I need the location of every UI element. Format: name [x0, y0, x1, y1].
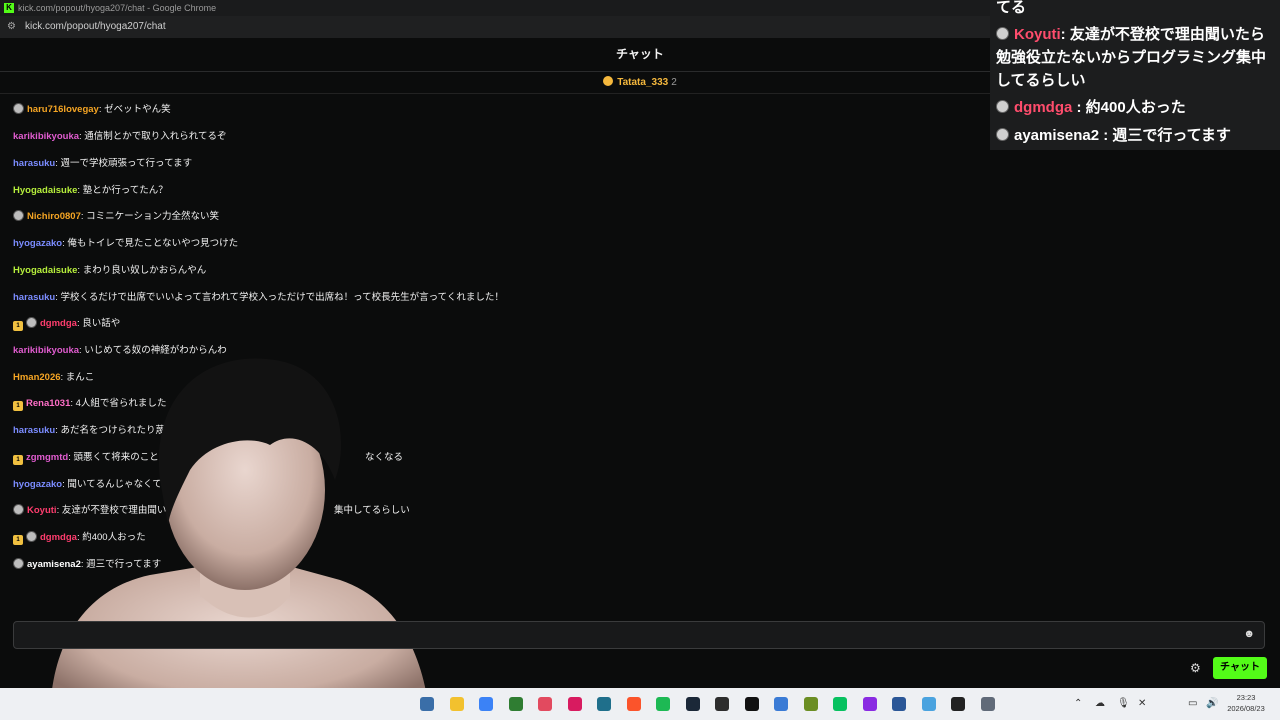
avatar — [13, 210, 24, 221]
overlay-text: : 友達が不登校で理由聞いたら — [1060, 26, 1265, 43]
chat-message: harasuku: 週一で学校頑張って行ってます — [13, 157, 192, 171]
chat-text: : 塾とか行ってたん？ — [77, 185, 168, 196]
chat-message: Hyogadaisuke: まわり良い奴しかおらんやん — [13, 264, 206, 278]
taskbar-app-icon[interactable] — [774, 697, 788, 711]
overlay-text: てる — [996, 0, 1027, 16]
taskbar-app-icon[interactable] — [508, 697, 523, 711]
chat-username[interactable]: Hyogadaisuke — [13, 265, 77, 276]
avatar — [26, 531, 37, 542]
avatar — [13, 103, 24, 114]
taskbar-app-icon[interactable] — [538, 697, 552, 711]
avatar — [996, 100, 1009, 113]
chat-text: : 良い話や — [76, 318, 121, 329]
emoji-icon[interactable]: ☻ — [1243, 628, 1255, 640]
top-gifter-count: 2 — [671, 77, 677, 88]
avatar — [996, 128, 1009, 141]
taskbar-app-icon[interactable] — [744, 697, 759, 711]
avatar — [13, 504, 24, 515]
url-text[interactable]: kick.com/popout/hyoga207/chat — [25, 16, 166, 38]
overlay-text: 勉強役立たないからプログラミング集中 — [996, 49, 1267, 66]
avatar — [996, 27, 1009, 40]
subscriber-badge-icon: 1 — [13, 321, 23, 331]
taskbar-app-icon[interactable] — [862, 697, 877, 711]
kick-logo-icon: K — [4, 3, 14, 13]
taskbar-app-icon[interactable] — [597, 697, 611, 711]
chat-message: 1 dgmdga: 良い話や — [13, 317, 120, 331]
chat-input[interactable]: ☻ — [13, 621, 1265, 649]
close-icon[interactable]: ✕ — [1138, 688, 1146, 720]
taskbar-app-icon[interactable] — [803, 697, 818, 711]
taskbar-app-icon[interactable] — [951, 697, 965, 711]
taskbar-app-icon[interactable] — [980, 697, 995, 711]
chat-username[interactable]: Nichiro0807 — [27, 211, 81, 222]
chat-username[interactable]: dgmdga — [40, 318, 77, 329]
chat-message: haru716lovegay: ゼベットやん笑 — [13, 103, 171, 117]
subscriber-badge-icon: 1 — [13, 401, 23, 411]
taskbar-app-icon[interactable] — [420, 697, 434, 711]
gift-coin-icon — [603, 76, 614, 86]
taskbar-app-icon[interactable] — [892, 697, 906, 711]
cloud-icon[interactable]: ☁ — [1095, 688, 1105, 720]
taskbar-clock[interactable]: 23:23 2026/08/23 — [1222, 692, 1270, 714]
taskbar-app-icon[interactable] — [479, 697, 493, 711]
overlay-text: してるらしい — [996, 72, 1086, 89]
chat-message: karikibikyouka: 通信制とかで取り入れられてるぞ — [13, 130, 227, 144]
chat-username[interactable]: haru716lovegay — [27, 104, 99, 115]
taskbar-app-icon[interactable] — [449, 697, 464, 711]
taskbar: ⌃ ☁ 🎙 ✕ ▭ 🔊 23:23 2026/08/23 — [0, 688, 1280, 720]
overlay-text: : 約400人おった — [1072, 99, 1186, 116]
taskbar-app-icon[interactable] — [626, 697, 641, 711]
chat-text: : 学校くるだけで出席でいいよって言われて学校入っただけで出席ね！って校長先生が… — [55, 292, 504, 303]
chat-username[interactable]: hyogazako — [13, 238, 62, 249]
site-settings-icon[interactable]: ⚙ — [7, 16, 16, 38]
overlay-line: 勉強役立たないからプログラミング集中 — [996, 48, 1266, 68]
taskbar-app-icon[interactable] — [685, 697, 700, 711]
avatar — [26, 317, 37, 328]
taskbar-app-icon[interactable] — [715, 697, 729, 711]
overlay-username: Koyuti — [1014, 26, 1061, 43]
webcam-overlay — [50, 358, 430, 720]
overlay-line: してるらしい — [996, 71, 1086, 91]
overlay-message: Koyuti: 友達が不登校で理由聞いたら — [996, 25, 1265, 45]
overlay-username: ayamisena2 — [1014, 127, 1100, 144]
chat-message: Hyogadaisuke: 塾とか行ってたん？ — [13, 184, 168, 198]
chat-text: : 週一で学校頑張って行ってます — [55, 158, 193, 169]
window-title: kick.com/popout/hyoga207/chat - Google C… — [18, 3, 217, 13]
overlay-message: dgmdga : 約400人おった — [996, 98, 1186, 118]
subscriber-badge-icon: 1 — [13, 535, 23, 545]
chat-username[interactable]: Hyogadaisuke — [13, 185, 77, 196]
taskbar-app-icon[interactable] — [833, 697, 847, 711]
overlay-line: てる — [996, 0, 1026, 18]
taskbar-app-icon[interactable] — [656, 697, 670, 711]
chat-message: harasuku: 学校くるだけで出席でいいよって言われて学校入っただけで出席ね… — [13, 291, 504, 305]
taskbar-app-icon[interactable] — [921, 697, 936, 711]
speaker-icon[interactable]: 🔊 — [1206, 688, 1218, 720]
clock-time: 23:23 — [1236, 693, 1256, 702]
taskbar-app-icon[interactable] — [567, 697, 582, 711]
chat-title: チャット — [616, 47, 664, 61]
avatar — [13, 558, 24, 569]
clock-date: 2026/08/23 — [1227, 704, 1265, 713]
overlay-text: : 週三で行ってます — [1099, 127, 1231, 144]
top-gifter-name[interactable]: Tatata_333 — [617, 77, 668, 88]
subscriber-badge-icon: 1 — [13, 455, 23, 465]
overlay-username: dgmdga — [1014, 99, 1073, 116]
microphone-icon[interactable]: 🎙 — [1117, 688, 1130, 720]
chat-username[interactable]: karikibikyouka — [13, 131, 79, 142]
chat-message: Nichiro0807: コミニケーション力全然ない笑 — [13, 210, 219, 224]
chat-text: : 通信制とかで取り入れられてるぞ — [79, 131, 227, 142]
display-icon[interactable]: ▭ — [1188, 688, 1197, 720]
chat-text: : ゼベットやん笑 — [98, 104, 171, 115]
gear-icon[interactable]: ⚙ — [1190, 661, 1201, 675]
stream-chat-overlay: てる Koyuti: 友達が不登校で理由聞いたら 勉強役立たないからプログラミン… — [990, 0, 1280, 150]
chat-message: hyogazako: 俺もトイレで見たことないやつ見つけた — [13, 237, 238, 251]
chevron-up-icon[interactable]: ⌃ — [1074, 688, 1082, 720]
chat-username[interactable]: harasuku — [13, 158, 55, 169]
chat-text: : 俺もトイレで見たことないやつ見つけた — [62, 238, 239, 249]
chat-text: : コミニケーション力全然ない笑 — [80, 211, 219, 222]
send-chat-button[interactable]: チャット — [1213, 657, 1267, 679]
chat-username[interactable]: harasuku — [13, 292, 55, 303]
overlay-message: ayamisena2 : 週三で行ってます — [996, 126, 1231, 146]
chat-text: : まわり良い奴しかおらんやん — [77, 265, 207, 276]
